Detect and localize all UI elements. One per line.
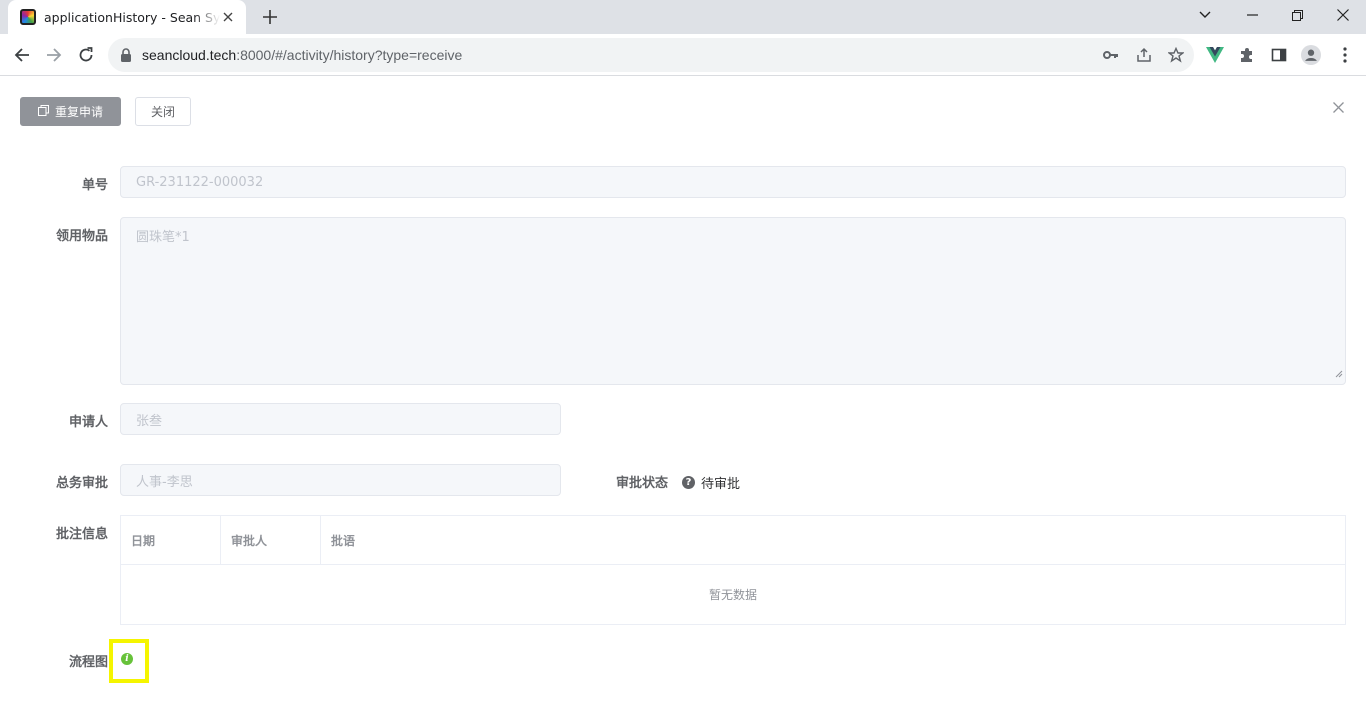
order-number-label: 单号: [81, 178, 108, 193]
close-icon[interactable]: [1330, 99, 1346, 115]
browser-tab[interactable]: applicationHistory - Sean Syst: [8, 0, 246, 34]
share-icon[interactable]: [1135, 46, 1153, 64]
bookmark-star-icon[interactable]: [1167, 46, 1185, 64]
remarks-label: 批注信息: [55, 527, 108, 542]
forward-arrow-icon[interactable]: [42, 43, 66, 67]
order-number-field[interactable]: GR-231122-000032: [120, 166, 1346, 198]
close-window-icon[interactable]: [1331, 5, 1355, 25]
key-icon[interactable]: [1102, 46, 1120, 64]
browser-tab-bar: applicationHistory - Sean Syst: [0, 0, 1366, 34]
resize-grip-icon[interactable]: [1335, 367, 1343, 382]
copy-icon: [37, 104, 49, 119]
items-label: 领用物品: [55, 229, 108, 244]
url-text[interactable]: seancloud.tech:8000/#/activity/history?t…: [142, 47, 462, 63]
column-approver[interactable]: 审批人: [221, 516, 321, 564]
restore-icon[interactable]: [1285, 5, 1309, 25]
browser-toolbar: seancloud.tech:8000/#/activity/history?t…: [0, 34, 1366, 76]
site-favicon-icon: [20, 9, 36, 25]
flowchart-label: 流程图: [68, 655, 108, 670]
approver-field[interactable]: 人事-李思: [120, 464, 561, 496]
address-bar[interactable]: seancloud.tech:8000/#/activity/history?t…: [108, 38, 1194, 72]
application-history-page: 重复申请 关闭 单号 GR-231122-000032 领用物品 圆珠笔*1 申…: [0, 77, 1366, 728]
items-value: 圆珠笔*1: [136, 230, 190, 245]
items-textarea[interactable]: 圆珠笔*1: [120, 217, 1346, 385]
approval-status: ? 待审批: [682, 473, 740, 492]
question-circle-icon: ?: [682, 476, 695, 489]
applicant-label: 申请人: [68, 415, 108, 430]
repeat-application-button[interactable]: 重复申请: [20, 97, 121, 126]
approval-status-label: 审批状态: [615, 476, 668, 491]
tab-close-icon[interactable]: [220, 9, 236, 25]
repeat-application-label: 重复申请: [54, 105, 103, 119]
profile-avatar-icon[interactable]: [1301, 45, 1321, 65]
minimize-icon[interactable]: [1240, 5, 1264, 25]
new-tab-plus-icon[interactable]: [260, 7, 280, 27]
table-empty-text: 暂无数据: [708, 588, 757, 602]
lock-icon[interactable]: [120, 47, 132, 66]
back-arrow-icon[interactable]: [10, 43, 34, 67]
table-header: 日期 审批人 批语: [121, 516, 1345, 565]
browser-menu-icon[interactable]: [1335, 45, 1355, 65]
tab-title: applicationHistory - Sean Syst: [44, 9, 220, 25]
vue-devtools-icon[interactable]: [1205, 45, 1225, 65]
extensions-puzzle-icon[interactable]: [1237, 45, 1257, 65]
close-button[interactable]: 关闭: [135, 97, 191, 126]
approval-status-value: 待审批: [701, 477, 741, 492]
tab-search-chevron-icon[interactable]: [1193, 5, 1217, 25]
applicant-field[interactable]: 张叁: [120, 403, 561, 435]
approver-label: 总务审批: [55, 476, 108, 491]
info-icon[interactable]: i: [121, 653, 133, 665]
column-date[interactable]: 日期: [121, 516, 221, 564]
reload-icon[interactable]: [74, 43, 98, 67]
column-comment[interactable]: 批语: [321, 516, 1345, 564]
side-panel-icon[interactable]: [1269, 45, 1289, 65]
remarks-table: 日期 审批人 批语 暂无数据: [120, 515, 1346, 625]
